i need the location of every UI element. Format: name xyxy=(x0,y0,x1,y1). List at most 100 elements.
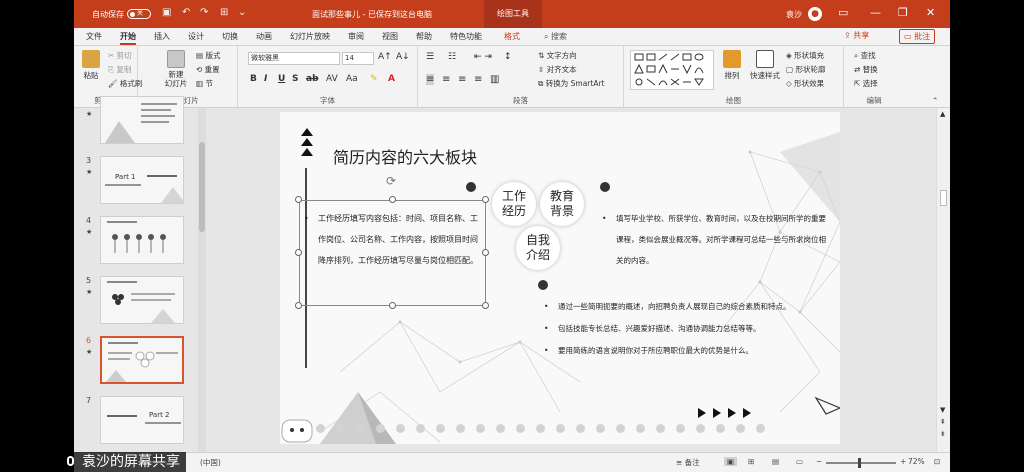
zoom-level[interactable]: 72% xyxy=(908,457,925,466)
align-text-button[interactable]: ⇳ 对齐文本 xyxy=(538,64,577,75)
tab-insert[interactable]: 插入 xyxy=(154,31,170,42)
tab-help[interactable]: 帮助 xyxy=(416,31,432,42)
notes-button[interactable]: ≡ 备注 xyxy=(676,457,700,468)
share-button[interactable]: ⇪ 共享 xyxy=(844,30,869,41)
zoom-slider-thumb[interactable] xyxy=(858,458,861,468)
shape-effect-button[interactable]: ◇ 形状效果 xyxy=(786,78,824,89)
bullets-icon[interactable]: ☰ xyxy=(426,52,434,62)
next-slide-icon[interactable]: ⇟ xyxy=(940,430,946,438)
close-icon[interactable]: ✕ xyxy=(926,6,935,19)
comments-button[interactable]: ▭ 批注 xyxy=(899,29,936,44)
align-center-icon[interactable]: ≡ xyxy=(442,74,450,85)
fit-to-window-icon[interactable]: ⊡ xyxy=(934,457,940,466)
resize-handle[interactable] xyxy=(482,196,489,203)
search-box[interactable]: ⌕ 搜索 xyxy=(544,31,567,42)
resize-handle[interactable] xyxy=(482,249,489,256)
font-size-select[interactable]: 14 xyxy=(342,52,374,65)
scroll-up-icon[interactable]: ▲ xyxy=(940,110,945,118)
slide-thumbnail-7[interactable]: Part 2 xyxy=(100,396,184,444)
font-name-select[interactable]: 微软雅黑 xyxy=(248,52,340,65)
zoom-out-icon[interactable]: − xyxy=(816,457,822,466)
collapse-ribbon-icon[interactable]: ⌃ xyxy=(932,96,938,105)
tab-view[interactable]: 视图 xyxy=(382,31,398,42)
shrink-font-icon[interactable]: A↓ xyxy=(396,52,410,62)
customize-icon[interactable]: ⌄ xyxy=(238,7,246,18)
char-spacing-icon[interactable]: AV xyxy=(326,74,338,84)
section-button[interactable]: ▥ 节 xyxy=(196,78,213,89)
tab-animations[interactable]: 动画 xyxy=(256,31,272,42)
underline-icon[interactable]: U xyxy=(278,74,285,84)
justify-icon[interactable]: ≡ xyxy=(474,74,482,85)
resize-handle[interactable] xyxy=(295,302,302,309)
line-spacing-icon[interactable]: ↕ xyxy=(504,52,512,62)
align-left-icon[interactable]: ≡ xyxy=(426,74,435,85)
tab-transitions[interactable]: 切换 xyxy=(222,31,238,42)
shapes-gallery[interactable] xyxy=(630,50,714,90)
tab-features[interactable]: 特色功能 xyxy=(450,31,482,42)
tab-review[interactable]: 审阅 xyxy=(348,31,364,42)
italic-icon[interactable]: I xyxy=(264,74,267,84)
tab-file[interactable]: 文件 xyxy=(86,31,102,42)
find-button[interactable]: ⌕ 查找 xyxy=(854,50,876,61)
columns-icon[interactable]: ▥ xyxy=(490,74,499,85)
tab-home[interactable]: 开始 xyxy=(120,31,136,45)
resize-handle[interactable] xyxy=(295,196,302,203)
language-status[interactable]: (中国) xyxy=(200,457,221,468)
tab-design[interactable]: 设计 xyxy=(188,31,204,42)
align-right-icon[interactable]: ≡ xyxy=(458,74,466,85)
circle-education[interactable]: 教育 背景 xyxy=(540,182,584,226)
resize-handle[interactable] xyxy=(482,302,489,309)
arrange-button[interactable]: 排列 xyxy=(720,50,744,81)
editor-scrollbar[interactable]: ▲ ▼ ⇞ ⇟ xyxy=(936,108,950,452)
strikethrough-icon[interactable]: ab xyxy=(306,74,319,84)
layout-button[interactable]: ▤ 版式 xyxy=(196,50,220,61)
new-slide-button[interactable]: 新建 幻灯片 xyxy=(160,50,192,88)
bold-icon[interactable]: B xyxy=(250,74,257,84)
shadow-icon[interactable]: S xyxy=(292,74,298,84)
prev-slide-icon[interactable]: ⇞ xyxy=(940,418,946,426)
replace-button[interactable]: ⇄ 替换 xyxy=(854,64,878,75)
editor-scrollbar-thumb[interactable] xyxy=(940,190,947,206)
undo-icon[interactable]: ↶ xyxy=(182,7,190,18)
font-color-icon[interactable]: A xyxy=(388,74,395,84)
reset-button[interactable]: ⟲ 重置 xyxy=(196,64,220,75)
quick-styles-button[interactable]: 快速样式 xyxy=(748,50,782,81)
tab-format[interactable]: 格式 xyxy=(504,31,520,42)
autosave-toggle[interactable]: 关 xyxy=(127,9,151,19)
normal-view-icon[interactable]: ▣ xyxy=(724,457,738,466)
resize-handle[interactable] xyxy=(295,249,302,256)
work-experience-text[interactable]: • 工作经历填写内容包括：时间、项目名称、工作岗位、公司名称、工作内容，按照项目… xyxy=(304,208,482,271)
slide-thumbnail-5[interactable] xyxy=(100,276,184,324)
slide-thumbnail-4[interactable] xyxy=(100,216,184,264)
select-button[interactable]: ⇱ 选择 xyxy=(854,78,878,89)
zoom-slider[interactable] xyxy=(826,462,896,464)
slideshow-icon[interactable]: ▭ xyxy=(796,457,803,466)
circle-self-intro[interactable]: 自我 介绍 xyxy=(516,226,560,270)
redo-icon[interactable]: ↷ xyxy=(200,7,208,18)
resize-handle[interactable] xyxy=(389,196,396,203)
restore-icon[interactable]: ❐ xyxy=(898,6,908,19)
self-intro-list[interactable]: • 通过一些简明扼要的概述，向招聘负责人展现自己的综合素质和特点。 • 包括技能专长… xyxy=(544,296,840,362)
resize-handle[interactable] xyxy=(389,302,396,309)
ribbon-display-icon[interactable]: ▭ xyxy=(838,6,848,19)
grow-font-icon[interactable]: A↑ xyxy=(378,52,392,62)
thumbnails-scrollbar-thumb[interactable] xyxy=(199,142,205,232)
user-avatar[interactable]: ● xyxy=(808,7,822,21)
numbering-icon[interactable]: ☷ xyxy=(448,52,456,62)
scroll-down-icon[interactable]: ▼ xyxy=(940,406,945,414)
slide-thumbnail-6[interactable] xyxy=(100,336,184,384)
highlight-icon[interactable]: ✎ xyxy=(370,74,378,84)
slide-thumbnail-3[interactable]: Part 1 xyxy=(100,156,184,204)
shape-fill-button[interactable]: ◈ 形状填充 xyxy=(786,50,824,61)
reading-view-icon[interactable]: ▤ xyxy=(772,457,779,466)
education-text[interactable]: • 填写毕业学校、所获学位、教育时间，以及在校期间所学的重要课程，类似会展业概况… xyxy=(602,208,832,271)
save-icon[interactable]: ▣ xyxy=(162,7,171,18)
cut-button[interactable]: ✂ 剪切 xyxy=(108,50,132,61)
text-direction-button[interactable]: ⇅ 文字方向 xyxy=(538,50,577,61)
shape-outline-button[interactable]: ▢ 形状轮廓 xyxy=(786,64,825,75)
zoom-in-icon[interactable]: + xyxy=(900,457,906,466)
copy-button[interactable]: ⎘ 复制 xyxy=(108,64,131,75)
smartart-button[interactable]: ⧉ 转换为 SmartArt xyxy=(538,78,604,89)
circle-work-experience[interactable]: 工作 经历 xyxy=(492,182,536,226)
slide-title[interactable]: 简历内容的六大板块 xyxy=(333,144,477,168)
